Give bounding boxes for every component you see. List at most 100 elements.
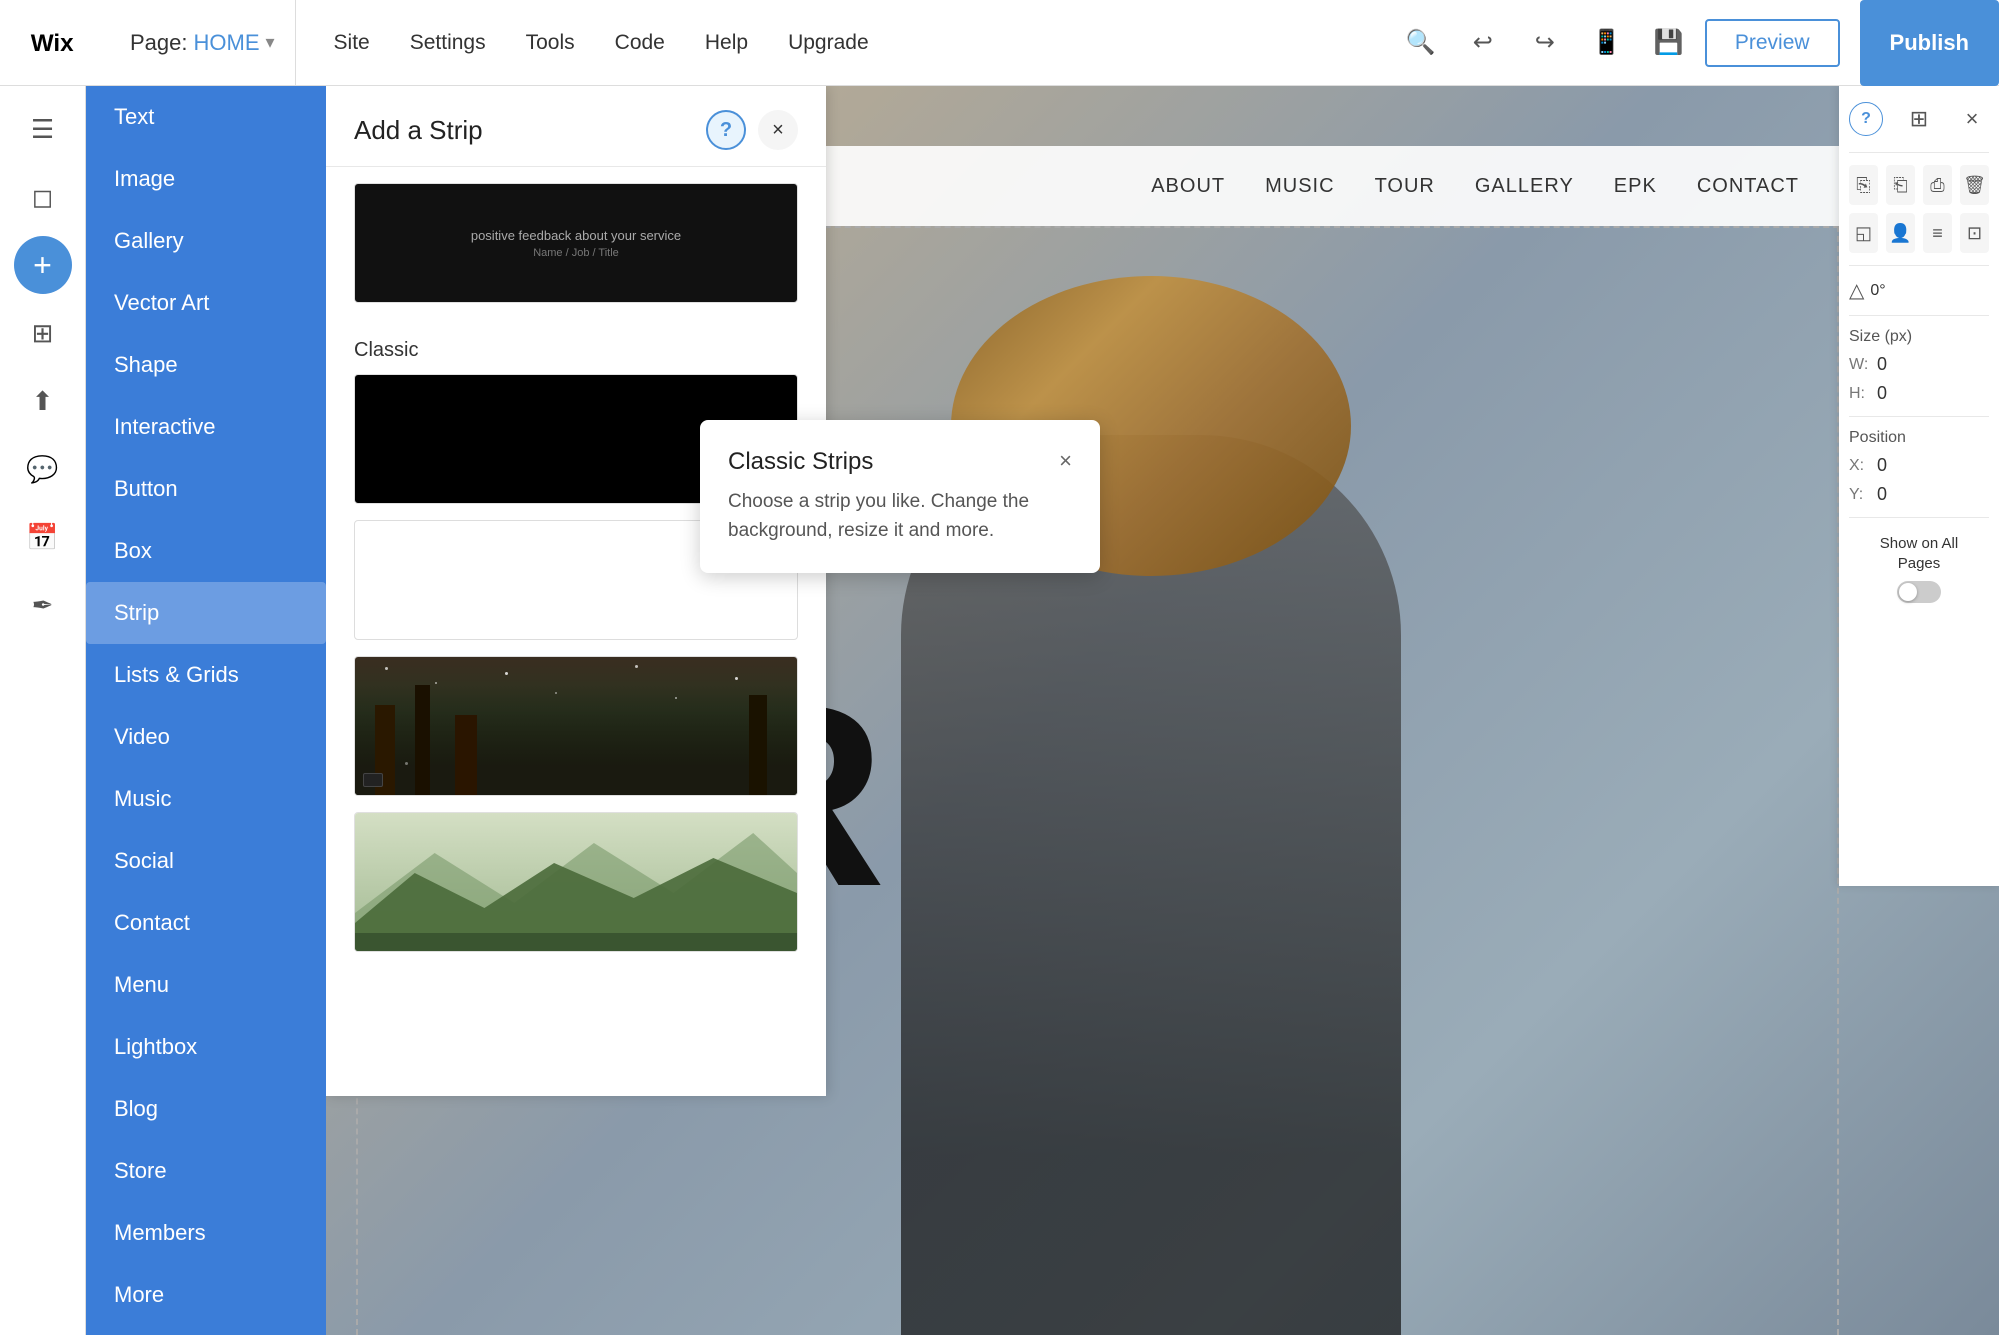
add-button[interactable]: Button [86, 458, 326, 520]
arrange-back-button[interactable]: ◱ [1849, 213, 1878, 253]
hero-figure [851, 226, 1551, 1335]
search-button[interactable]: 🔍 [1395, 17, 1447, 69]
page-selector[interactable]: Page: HOME ▾ [110, 0, 296, 85]
nav-help[interactable]: Help [687, 23, 766, 63]
tooltip-close-button[interactable]: × [1059, 448, 1072, 474]
undo-button[interactable]: ↩ [1457, 17, 1509, 69]
x-label: X: [1849, 457, 1869, 475]
pages-icon: ☰ [31, 116, 54, 142]
add-strip-header: Add a Strip ? × [326, 86, 826, 167]
y-label: Y: [1849, 486, 1869, 504]
show-all-pages-toggle[interactable] [1897, 581, 1941, 603]
publish-button[interactable]: Publish [1860, 0, 1999, 86]
add-shape[interactable]: Shape [86, 334, 326, 396]
add-strip-help-button[interactable]: ? [706, 110, 746, 150]
nav-site[interactable]: Site [316, 23, 388, 63]
add-strip-title: Add a Strip [354, 115, 483, 146]
add-contact[interactable]: Contact [86, 892, 326, 954]
add-video[interactable]: Video [86, 706, 326, 768]
nav-upgrade[interactable]: Upgrade [770, 23, 887, 63]
width-value[interactable]: 0 [1877, 354, 1887, 375]
mobile-view-button[interactable]: 📱 [1581, 17, 1633, 69]
right-panel-divider-4 [1849, 416, 1989, 417]
site-nav-tour[interactable]: TOUR [1375, 175, 1435, 198]
nav-code[interactable]: Code [597, 23, 683, 63]
tooltip-title: Classic Strips [728, 448, 873, 476]
preview-button[interactable]: Preview [1705, 19, 1840, 67]
right-panel-arrange-row: ◱ 👤 ≡ ⊡ [1849, 213, 1989, 253]
add-members[interactable]: Members [86, 1202, 326, 1264]
add-lightbox[interactable]: Lightbox [86, 1016, 326, 1078]
add-vector-art[interactable]: Vector Art [86, 272, 326, 334]
add-store[interactable]: Store [86, 1140, 326, 1202]
site-nav-music[interactable]: MUSIC [1265, 175, 1334, 198]
add-menu[interactable]: Menu [86, 954, 326, 1016]
add-gallery[interactable]: Gallery [86, 210, 326, 272]
add-strip[interactable]: Strip [86, 582, 326, 644]
topbar-actions: 🔍 ↩ ↪ 📱 💾 Preview [1375, 17, 1860, 69]
strip-mountain[interactable] [354, 812, 798, 952]
paste-style-button[interactable]: ⎗ [1886, 165, 1915, 205]
rotate-control: △ 0° [1849, 278, 1989, 303]
pen-icon: ✒ [32, 592, 54, 618]
rotate-icon: △ [1849, 278, 1864, 303]
right-panel-divider-3 [1849, 315, 1989, 316]
strip-forest[interactable] [354, 656, 798, 796]
add-blog[interactable]: Blog [86, 1078, 326, 1140]
chat-icon: 💬 [26, 456, 58, 482]
right-panel-divider-2 [1849, 265, 1989, 266]
events-icon: 📅 [26, 524, 58, 550]
page-label: Page: [130, 30, 188, 56]
site-nav-about[interactable]: ABOUT [1151, 175, 1225, 198]
upload-icon-btn[interactable]: ⬆ [10, 368, 76, 434]
add-elements-panel: Text Image Gallery Vector Art Shape Inte… [86, 86, 326, 1335]
apps-icon-btn[interactable]: ⊞ [10, 300, 76, 366]
site-nav-gallery[interactable]: GALLERY [1475, 175, 1574, 198]
delete-button[interactable]: 🗑 [1960, 165, 1989, 205]
nav-settings[interactable]: Settings [392, 23, 504, 63]
blog-icon-btn[interactable]: ✒ [10, 572, 76, 638]
right-panel-grid-icon[interactable]: ⊞ [1902, 102, 1936, 136]
add-interactive[interactable]: Interactive [86, 396, 326, 458]
add-more[interactable]: More [86, 1264, 326, 1326]
right-panel-copy-row: ⎘ ⎗ ⎙ 🗑 [1849, 165, 1989, 205]
height-value[interactable]: 0 [1877, 383, 1887, 404]
add-strip-header-icons: ? × [706, 110, 798, 150]
add-icon: + [33, 249, 52, 281]
add-social[interactable]: Social [86, 830, 326, 892]
resize-button[interactable]: ⊡ [1960, 213, 1989, 253]
right-panel-close-button[interactable]: × [1955, 102, 1989, 136]
y-value[interactable]: 0 [1877, 484, 1887, 505]
page-name: HOME [194, 30, 260, 56]
upload-icon: ⬆ [32, 388, 54, 414]
x-value[interactable]: 0 [1877, 455, 1887, 476]
add-lists-grids[interactable]: Lists & Grids [86, 644, 326, 706]
media-icon-btn[interactable]: ◻ [10, 164, 76, 230]
strip-dark-feedback[interactable]: positive feedback about your service Nam… [354, 183, 798, 303]
add-music[interactable]: Music [86, 768, 326, 830]
position-label: Position [1849, 429, 1989, 447]
left-sidebar: ☰ ◻ + ⊞ ⬆ 💬 📅 ✒ [0, 86, 86, 1335]
redo-button[interactable]: ↪ [1519, 17, 1571, 69]
site-nav-contact[interactable]: CONTACT [1697, 175, 1799, 198]
add-image[interactable]: Image [86, 148, 326, 210]
duplicate-button[interactable]: ⎙ [1923, 165, 1952, 205]
chat-icon-btn[interactable]: 💬 [10, 436, 76, 502]
pages-icon-btn[interactable]: ☰ [10, 96, 76, 162]
copy-style-button[interactable]: ⎘ [1849, 165, 1878, 205]
right-panel-help-icon[interactable]: ? [1849, 102, 1883, 136]
add-element-button[interactable]: + [14, 236, 72, 294]
events-icon-btn[interactable]: 📅 [10, 504, 76, 570]
add-box[interactable]: Box [86, 520, 326, 582]
right-panel: ? ⊞ × ⎘ ⎗ ⎙ 🗑 ◱ 👤 ≡ ⊡ △ 0° Size (px) W: … [1839, 86, 1999, 886]
nav-tools[interactable]: Tools [508, 23, 593, 63]
site-nav-epk[interactable]: EPK [1614, 175, 1657, 198]
align-button[interactable]: ≡ [1923, 213, 1952, 253]
add-text[interactable]: Text [86, 86, 326, 148]
width-label: W: [1849, 356, 1869, 374]
person-icon-button[interactable]: 👤 [1886, 213, 1915, 253]
save-button[interactable]: 💾 [1643, 17, 1695, 69]
width-field: W: 0 [1849, 354, 1989, 375]
topbar-nav: Site Settings Tools Code Help Upgrade [296, 23, 1375, 63]
add-strip-close-button[interactable]: × [758, 110, 798, 150]
